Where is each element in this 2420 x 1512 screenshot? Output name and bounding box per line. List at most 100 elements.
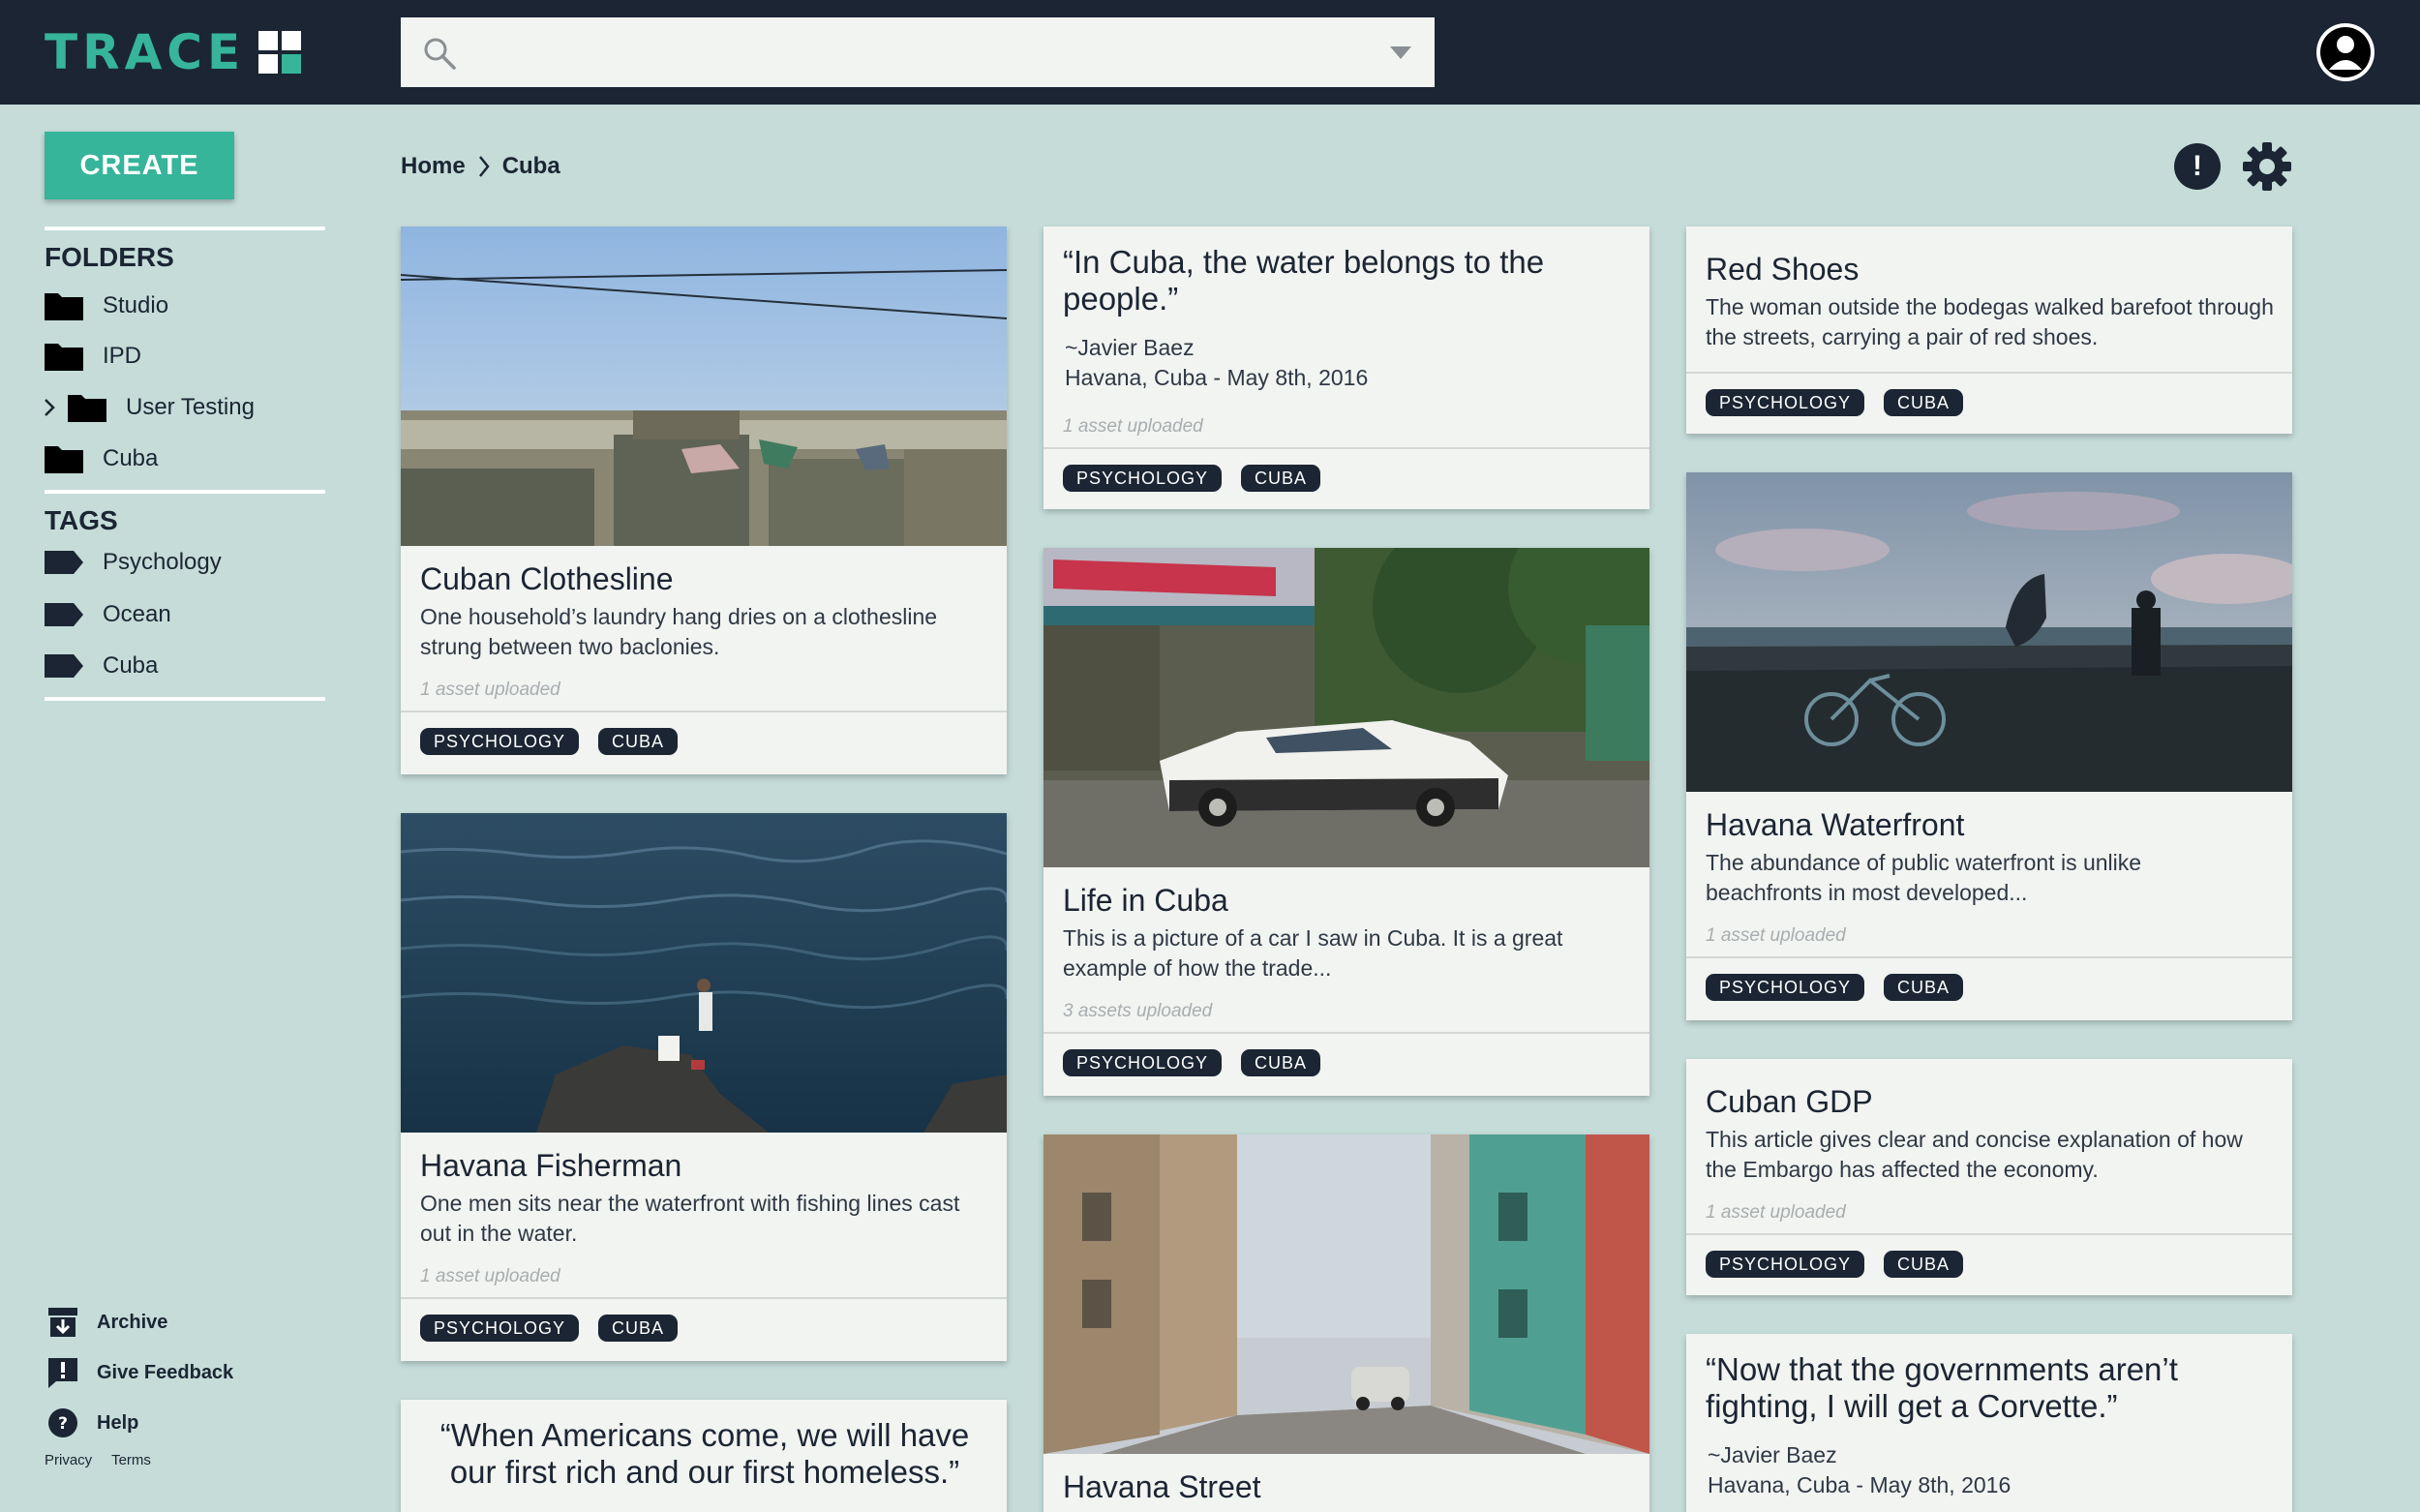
card-havana-street[interactable]: Havana Street xyxy=(1044,1134,1649,1512)
tag-chip[interactable]: PSYCHOLOGY xyxy=(1706,974,1865,1001)
tag-icon xyxy=(45,654,83,678)
card-quote-place: Havana, Cuba - May 8th, 2016 xyxy=(1708,1472,2012,1497)
card-divider xyxy=(1686,1233,2292,1235)
card-cuban-gdp[interactable]: Cuban GDP This article gives clear and c… xyxy=(1686,1059,2292,1295)
card-quote-author: ~Javier Baez xyxy=(1708,1442,1837,1467)
privacy-link[interactable]: Privacy xyxy=(45,1452,92,1468)
card-title: Havana Fisherman xyxy=(420,1148,682,1183)
folder-icon xyxy=(45,344,83,371)
user-avatar-icon[interactable] xyxy=(2316,23,2375,81)
archive-link[interactable]: Archive xyxy=(46,1305,167,1340)
card-quote-place: Havana, Cuba - May 8th, 2016 xyxy=(1065,365,1369,390)
tag-item-ocean[interactable]: Ocean xyxy=(45,595,171,634)
search-input[interactable] xyxy=(474,17,1346,87)
sidebar-divider xyxy=(45,490,325,494)
breadcrumb: Home Cuba xyxy=(401,153,560,180)
tag-chip[interactable]: CUBA xyxy=(598,728,679,755)
folder-label: Cuba xyxy=(103,445,159,471)
tag-label: Psychology xyxy=(103,549,222,575)
card-quote: “In Cuba, the water belongs to the peopl… xyxy=(1063,244,1545,317)
card-image-fisherman xyxy=(401,813,1007,1133)
card-tags: PSYCHOLOGY CUBA xyxy=(1063,1049,1321,1076)
card-havana-fisherman[interactable]: Havana Fisherman One men sits near the w… xyxy=(401,813,1007,1361)
feedback-label: Give Feedback xyxy=(97,1361,234,1383)
card-title: Life in Cuba xyxy=(1063,883,1228,918)
card-life-in-cuba[interactable]: Life in Cuba This is a picture of a car … xyxy=(1044,548,1649,1096)
sidebar-divider xyxy=(45,227,325,230)
tag-label: Ocean xyxy=(103,601,171,627)
dropdown-icon[interactable] xyxy=(1390,46,1411,59)
feedback-icon xyxy=(48,1358,77,1388)
card-divider xyxy=(1044,1032,1649,1034)
card-quote-corvette[interactable]: “Now that the governments aren’t fightin… xyxy=(1686,1334,2292,1512)
tag-icon xyxy=(45,603,83,626)
folder-icon xyxy=(45,293,83,320)
card-divider xyxy=(401,711,1007,712)
tag-item-psychology[interactable]: Psychology xyxy=(45,543,222,582)
tag-chip[interactable]: CUBA xyxy=(1241,1049,1321,1076)
tag-chip[interactable]: PSYCHOLOGY xyxy=(1706,1251,1865,1278)
help-icon: ? xyxy=(48,1408,77,1437)
help-link[interactable]: ? Help xyxy=(46,1406,138,1440)
folder-item-user-testing[interactable]: User Testing xyxy=(43,388,255,427)
card-quote: “When Americans come, we will have our f… xyxy=(439,1417,970,1490)
tag-chip[interactable]: PSYCHOLOGY xyxy=(420,1315,580,1342)
give-feedback-link[interactable]: Give Feedback xyxy=(46,1355,233,1390)
top-bar: TRACE xyxy=(0,0,2420,105)
card-tags: PSYCHOLOGY CUBA xyxy=(1706,389,1964,416)
card-havana-waterfront[interactable]: Havana Waterfront The abundance of publi… xyxy=(1686,472,2292,1020)
tag-chip[interactable]: PSYCHOLOGY xyxy=(1063,465,1223,492)
chevron-right-icon[interactable] xyxy=(43,397,56,418)
alert-icon[interactable]: ! xyxy=(2174,143,2221,190)
tag-chip[interactable]: CUBA xyxy=(1884,974,1964,1001)
search-bar[interactable] xyxy=(401,17,1435,87)
terms-link[interactable]: Terms xyxy=(111,1452,151,1468)
logo-text: TRACE xyxy=(45,24,246,80)
breadcrumb-current[interactable]: Cuba xyxy=(502,153,560,180)
breadcrumb-home[interactable]: Home xyxy=(401,153,466,180)
tag-chip[interactable]: CUBA xyxy=(598,1315,679,1342)
card-tags: PSYCHOLOGY CUBA xyxy=(1706,974,1964,1001)
card-tags: PSYCHOLOGY CUBA xyxy=(420,1315,679,1342)
tag-chip[interactable]: PSYCHOLOGY xyxy=(1706,389,1865,416)
card-tags: PSYCHOLOGY CUBA xyxy=(1706,1251,1964,1278)
tag-chip[interactable]: CUBA xyxy=(1884,1251,1964,1278)
card-asset-count: 1 asset uploaded xyxy=(1063,416,1203,437)
tags-heading: TAGS xyxy=(45,505,118,535)
folder-label: User Testing xyxy=(126,394,255,420)
folder-label: Studio xyxy=(103,292,169,318)
folder-item-studio[interactable]: Studio xyxy=(45,287,168,325)
sidebar-divider xyxy=(45,697,325,701)
tag-chip[interactable]: PSYCHOLOGY xyxy=(1063,1049,1223,1076)
search-icon xyxy=(424,38,456,70)
archive-icon xyxy=(48,1308,77,1337)
folder-item-ipd[interactable]: IPD xyxy=(45,337,141,376)
card-title: Red Shoes xyxy=(1706,252,1860,287)
svg-text:?: ? xyxy=(58,1414,68,1434)
logo-mark-icon xyxy=(258,31,302,74)
create-button[interactable]: CREATE xyxy=(45,132,234,199)
card-asset-count: 1 asset uploaded xyxy=(1706,925,1846,946)
tag-icon xyxy=(45,551,83,574)
folder-icon xyxy=(68,395,106,422)
card-quote-americans[interactable]: “When Americans come, we will have our f… xyxy=(401,1400,1007,1512)
card-red-shoes[interactable]: Red Shoes The woman outside the bodegas … xyxy=(1686,227,2292,434)
tag-label: Cuba xyxy=(103,652,159,679)
tag-chip[interactable]: CUBA xyxy=(1241,465,1321,492)
tag-chip[interactable]: PSYCHOLOGY xyxy=(420,728,580,755)
folder-item-cuba[interactable]: Cuba xyxy=(45,439,158,478)
card-quote-water[interactable]: “In Cuba, the water belongs to the peopl… xyxy=(1044,227,1649,509)
card-title: Cuban Clothesline xyxy=(420,561,674,596)
card-asset-count: 3 assets uploaded xyxy=(1063,1001,1213,1021)
gear-icon[interactable] xyxy=(2242,141,2292,192)
card-cuban-clothesline[interactable]: Cuban Clothesline One household’s laundr… xyxy=(401,227,1007,774)
app-logo[interactable]: TRACE xyxy=(45,24,302,80)
folder-label: IPD xyxy=(103,343,142,369)
tag-chip[interactable]: CUBA xyxy=(1884,389,1964,416)
card-image-clothesline xyxy=(401,227,1007,546)
help-label: Help xyxy=(97,1411,139,1434)
card-divider xyxy=(1686,372,2292,374)
tag-item-cuba[interactable]: Cuba xyxy=(45,647,158,685)
card-description: The woman outside the bodegas walked bar… xyxy=(1706,294,2274,349)
card-description: One men sits near the waterfront with fi… xyxy=(420,1191,960,1246)
